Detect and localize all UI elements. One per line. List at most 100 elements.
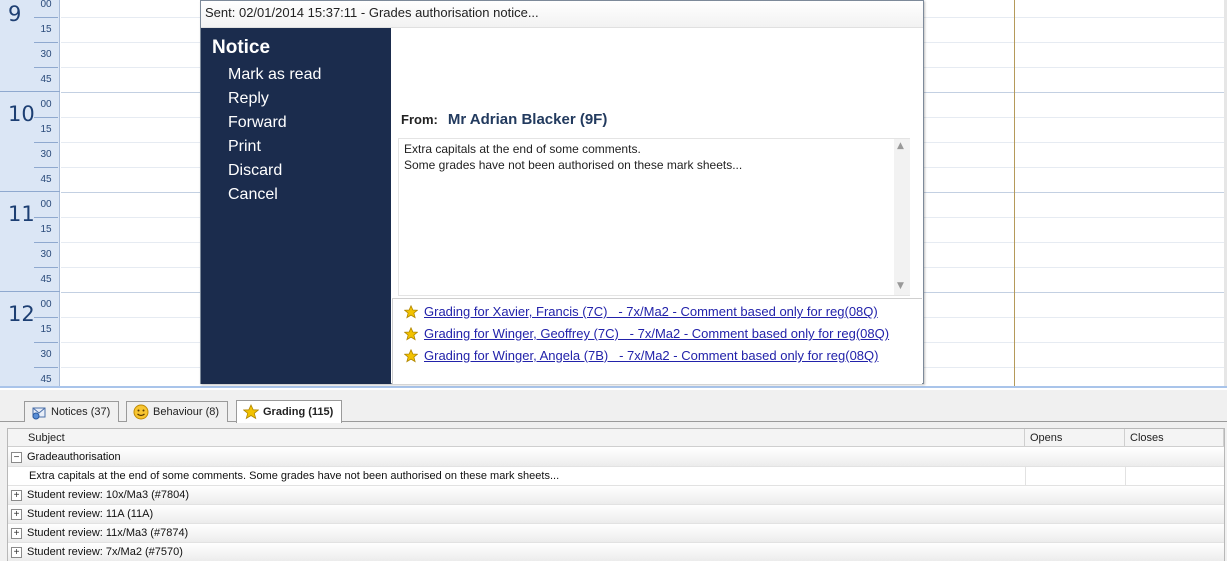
scroll-up-icon[interactable]: ▲ xyxy=(897,141,904,151)
attachment-row[interactable]: Grading for Winger, Geoffrey (7C) - 7x/M… xyxy=(404,326,889,341)
row-subject: Student review: 11x/Ma3 (#7874) xyxy=(27,527,189,539)
tab-notices[interactable]: Notices (37) xyxy=(24,401,120,422)
minute-label: 15 xyxy=(40,324,52,335)
tab-grading-label: Grading (115) xyxy=(263,406,334,418)
minute-label: 45 xyxy=(40,74,52,85)
minute-label: 00 xyxy=(40,0,52,10)
table-group-row[interactable]: + Student review: 10x/Ma3 (#7804) xyxy=(8,486,1224,505)
expand-icon[interactable]: + xyxy=(11,547,22,558)
minute-tick xyxy=(34,317,58,318)
minute-tick xyxy=(34,217,58,218)
message-scrollbar[interactable]: ▲ ▼ xyxy=(894,139,910,295)
hour-block: 11 00 15 30 45 xyxy=(0,191,60,291)
minute-tick xyxy=(34,67,58,68)
table-group-row[interactable]: + Student review: 11x/Ma3 (#7874) xyxy=(8,524,1224,543)
minute-label: 45 xyxy=(40,274,52,285)
menu-heading: Notice xyxy=(212,37,271,58)
notices-icon xyxy=(32,407,46,420)
tab-behaviour[interactable]: Behaviour (8) xyxy=(126,401,229,422)
tab-behaviour-label: Behaviour (8) xyxy=(153,406,220,418)
menu-item-forward[interactable]: Forward xyxy=(228,114,287,132)
attachment-link[interactable]: Grading for Winger, Angela (7B) - 7x/Ma2… xyxy=(424,348,878,363)
notice-title: Sent: 02/01/2014 15:37:11 - Grades autho… xyxy=(205,5,539,20)
minute-tick xyxy=(34,342,58,343)
minute-label: 00 xyxy=(40,99,52,110)
notice-popup[interactable]: Sent: 02/01/2014 15:37:11 - Grades autho… xyxy=(200,0,924,384)
table-row[interactable]: Extra capitals at the end of some commen… xyxy=(8,467,1224,486)
hour-label: 12 xyxy=(8,302,35,326)
attachment-link[interactable]: Grading for Xavier, Francis (7C) - 7x/Ma… xyxy=(424,304,878,319)
minute-tick xyxy=(34,142,58,143)
attachment-row[interactable]: Grading for Xavier, Francis (7C) - 7x/Ma… xyxy=(404,304,878,319)
day-divider xyxy=(1014,0,1015,388)
minute-tick xyxy=(34,167,58,168)
minute-tick xyxy=(34,117,58,118)
minute-tick xyxy=(34,267,58,268)
tab-grading[interactable]: Grading (115) xyxy=(236,400,343,423)
tab-strip: Notices (37) Behaviour (8) Grading (115) xyxy=(0,400,1227,423)
splitter-bar[interactable] xyxy=(0,386,1227,388)
table-group-row[interactable]: + Student review: 11A (11A) xyxy=(8,505,1224,524)
attachments-list: Grading for Xavier, Francis (7C) - 7x/Ma… xyxy=(392,298,922,384)
cell-separator xyxy=(1125,467,1126,486)
table-group-row[interactable]: − Gradeauthorisation xyxy=(8,448,1224,467)
attachment-row[interactable]: Grading for Winger, Angela (7B) - 7x/Ma2… xyxy=(404,348,878,363)
minute-label: 00 xyxy=(40,299,52,310)
minute-label: 30 xyxy=(40,349,52,360)
star-icon xyxy=(404,326,418,340)
row-subject: Extra capitals at the end of some commen… xyxy=(29,470,560,482)
time-column: 9 00 15 30 45 10 00 15 30 45 11 00 15 30 45 12 00 15 30 45 xyxy=(0,0,60,388)
minute-tick xyxy=(34,17,58,18)
column-header-subject[interactable]: Subject xyxy=(8,429,1025,447)
hour-block: 12 00 15 30 45 xyxy=(0,291,60,388)
app-window: 9 00 15 30 45 10 00 15 30 45 11 00 15 30 45 12 00 15 30 45 … xyxy=(0,0,1227,561)
row-subject: Student review: 11A (11A) xyxy=(27,508,154,520)
column-header-closes[interactable]: Closes xyxy=(1125,429,1224,447)
minute-label: 15 xyxy=(40,24,52,35)
minute-label: 30 xyxy=(40,249,52,260)
menu-item-mark-as-read[interactable]: Mark as read xyxy=(228,66,321,84)
row-subject: Gradeauthorisation xyxy=(27,451,121,463)
collapse-icon[interactable]: − xyxy=(11,452,22,463)
minute-label: 00 xyxy=(40,199,52,210)
notice-menu: Notice Mark as read Reply Forward Print … xyxy=(201,28,391,384)
expand-icon[interactable]: + xyxy=(11,528,22,539)
menu-item-cancel[interactable]: Cancel xyxy=(228,186,278,204)
scroll-down-icon[interactable]: ▼ xyxy=(897,281,904,291)
minute-label: 15 xyxy=(40,124,52,135)
row-subject: Student review: 10x/Ma3 (#7804) xyxy=(27,489,190,501)
message-text: Extra capitals at the end of some commen… xyxy=(404,142,743,172)
attachment-link[interactable]: Grading for Winger, Geoffrey (7C) - 7x/M… xyxy=(424,326,889,341)
message-box[interactable]: Extra capitals at the end of some commen… xyxy=(398,138,910,296)
from-label: From: xyxy=(401,112,438,127)
column-header-opens[interactable]: Opens xyxy=(1025,429,1125,447)
minute-label: 30 xyxy=(40,49,52,60)
bottom-panel: Notices (37) Behaviour (8) Grading (115)… xyxy=(0,390,1227,561)
star-icon xyxy=(404,348,418,362)
minute-tick xyxy=(34,42,58,43)
table-group-row[interactable]: + Student review: 7x/Ma2 (#7570) xyxy=(8,543,1224,561)
menu-item-print[interactable]: Print xyxy=(228,138,261,156)
row-subject: Student review: 7x/Ma2 (#7570) xyxy=(27,546,183,558)
minute-label: 45 xyxy=(40,174,52,185)
smiley-icon xyxy=(133,404,149,420)
star-icon xyxy=(404,304,418,318)
table-header: Subject Opens Closes xyxy=(8,429,1224,447)
star-icon xyxy=(243,404,259,420)
menu-item-reply[interactable]: Reply xyxy=(228,90,269,108)
minute-label: 15 xyxy=(40,224,52,235)
grading-table: Subject Opens Closes − Gradeauthorisation… xyxy=(7,428,1225,561)
from-value: Mr Adrian Blacker (9F) xyxy=(447,111,608,128)
hour-label: 10 xyxy=(8,102,35,126)
hour-label: 11 xyxy=(8,202,35,226)
expand-icon[interactable]: + xyxy=(11,509,22,520)
minute-tick xyxy=(34,242,58,243)
expand-icon[interactable]: + xyxy=(11,490,22,501)
cell-separator xyxy=(1025,467,1026,486)
menu-item-discard[interactable]: Discard xyxy=(228,162,282,180)
hour-label: 9 xyxy=(8,2,22,26)
from-row: From: Mr Adrian Blacker (9F) xyxy=(401,111,607,129)
hour-block: 10 00 15 30 45 xyxy=(0,91,60,191)
minute-label: 30 xyxy=(40,149,52,160)
hour-block: 9 00 15 30 45 xyxy=(0,0,60,91)
